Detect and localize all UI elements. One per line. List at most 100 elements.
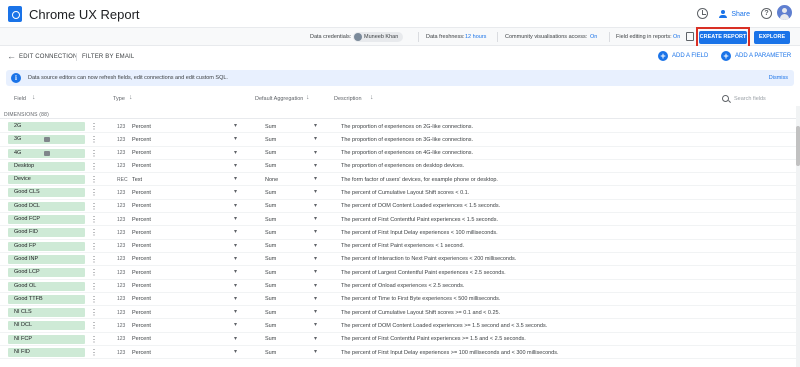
- dropdown-caret-icon[interactable]: ▾: [314, 308, 317, 315]
- column-header-field[interactable]: Field: [14, 96, 26, 102]
- aggregation-select[interactable]: Sum: [265, 137, 276, 143]
- dropdown-caret-icon[interactable]: ▾: [234, 335, 237, 342]
- type-select[interactable]: Percent: [132, 323, 151, 329]
- create-report-button[interactable]: CREATE REPORT: [699, 31, 747, 44]
- dropdown-caret-icon[interactable]: ▾: [234, 202, 237, 209]
- field-name-chip[interactable]: Good FP: [8, 241, 85, 251]
- field-name-chip[interactable]: NI FCP: [8, 334, 85, 344]
- type-select[interactable]: Percent: [132, 243, 151, 249]
- field-name-chip[interactable]: NI CLS: [8, 308, 85, 318]
- aggregation-select[interactable]: Sum: [265, 336, 276, 342]
- field-editing-value-link[interactable]: On: [673, 34, 680, 40]
- dropdown-caret-icon[interactable]: ▾: [234, 175, 237, 182]
- aggregation-select[interactable]: Sum: [265, 243, 276, 249]
- field-name-chip[interactable]: Good DCL: [8, 201, 85, 211]
- dropdown-caret-icon[interactable]: ▾: [314, 255, 317, 262]
- type-select[interactable]: Percent: [132, 217, 151, 223]
- freshness-value-link[interactable]: 12 hours: [465, 34, 486, 40]
- aggregation-select[interactable]: None: [265, 177, 278, 183]
- field-name-chip[interactable]: Good CLS: [8, 188, 85, 198]
- more-options-icon[interactable]: ⋮: [90, 308, 98, 317]
- dropdown-caret-icon[interactable]: ▾: [314, 162, 317, 169]
- column-header-aggregation[interactable]: Default Aggregation: [255, 96, 303, 102]
- field-description[interactable]: The proportion of experiences on desktop…: [341, 163, 464, 169]
- aggregation-select[interactable]: Sum: [265, 124, 276, 130]
- field-name-chip[interactable]: Good OL: [8, 281, 85, 291]
- more-options-icon[interactable]: ⋮: [90, 335, 98, 344]
- field-description[interactable]: The percent of DOM Content Loaded experi…: [341, 323, 547, 329]
- dropdown-caret-icon[interactable]: ▾: [234, 255, 237, 262]
- type-select[interactable]: Percent: [132, 270, 151, 276]
- dropdown-caret-icon[interactable]: ▾: [314, 295, 317, 302]
- dropdown-caret-icon[interactable]: ▾: [234, 122, 237, 129]
- field-description[interactable]: The percent of First Paint experiences <…: [341, 243, 464, 249]
- community-access-value-link[interactable]: On: [590, 34, 597, 40]
- type-select[interactable]: Text: [132, 177, 142, 183]
- add-field-button[interactable]: + ADD A FIELD: [658, 51, 708, 62]
- dropdown-caret-icon[interactable]: ▾: [314, 242, 317, 249]
- more-options-icon[interactable]: ⋮: [90, 228, 98, 237]
- field-description[interactable]: The percent of First Contentful Paint ex…: [341, 217, 498, 223]
- more-options-icon[interactable]: ⋮: [90, 122, 98, 131]
- type-select[interactable]: Percent: [132, 350, 151, 356]
- dropdown-caret-icon[interactable]: ▾: [234, 348, 237, 355]
- dropdown-caret-icon[interactable]: ▾: [234, 308, 237, 315]
- more-options-icon[interactable]: ⋮: [90, 348, 98, 357]
- dropdown-caret-icon[interactable]: ▾: [234, 295, 237, 302]
- type-select[interactable]: Percent: [132, 283, 151, 289]
- more-options-icon[interactable]: ⋮: [90, 215, 98, 224]
- more-options-icon[interactable]: ⋮: [90, 149, 98, 158]
- column-header-type[interactable]: Type: [113, 96, 125, 102]
- aggregation-select[interactable]: Sum: [265, 283, 276, 289]
- filter-by-email-link[interactable]: FILTER BY EMAIL: [82, 54, 134, 60]
- dropdown-caret-icon[interactable]: ▾: [314, 348, 317, 355]
- more-options-icon[interactable]: ⋮: [90, 282, 98, 291]
- type-select[interactable]: Percent: [132, 137, 151, 143]
- aggregation-select[interactable]: Sum: [265, 350, 276, 356]
- copy-icon[interactable]: [686, 32, 694, 41]
- dropdown-caret-icon[interactable]: ▾: [234, 282, 237, 289]
- field-description[interactable]: The percent of Largest Contentful Paint …: [341, 270, 506, 276]
- field-description[interactable]: The proportion of experiences on 2G-like…: [341, 124, 473, 130]
- history-icon[interactable]: [697, 8, 708, 19]
- more-options-icon[interactable]: ⋮: [90, 175, 98, 184]
- aggregation-select[interactable]: Sum: [265, 270, 276, 276]
- dropdown-caret-icon[interactable]: ▾: [314, 135, 317, 142]
- dropdown-caret-icon[interactable]: ▾: [314, 282, 317, 289]
- data-source-title[interactable]: Chrome UX Report: [29, 7, 140, 22]
- more-options-icon[interactable]: ⋮: [90, 188, 98, 197]
- dropdown-caret-icon[interactable]: ▾: [234, 149, 237, 156]
- dropdown-caret-icon[interactable]: ▾: [234, 242, 237, 249]
- type-select[interactable]: Percent: [132, 310, 151, 316]
- aggregation-select[interactable]: Sum: [265, 296, 276, 302]
- dropdown-caret-icon[interactable]: ▾: [314, 175, 317, 182]
- more-options-icon[interactable]: ⋮: [90, 268, 98, 277]
- field-description[interactable]: The form factor of users' devices, for e…: [341, 177, 498, 183]
- dropdown-caret-icon[interactable]: ▾: [314, 268, 317, 275]
- dropdown-caret-icon[interactable]: ▾: [234, 268, 237, 275]
- more-options-icon[interactable]: ⋮: [90, 321, 98, 330]
- type-select[interactable]: Percent: [132, 256, 151, 262]
- field-description[interactable]: The percent of First Input Delay experie…: [341, 230, 498, 236]
- more-options-icon[interactable]: ⋮: [90, 255, 98, 264]
- field-name-chip[interactable]: Good TTFB: [8, 294, 85, 304]
- aggregation-select[interactable]: Sum: [265, 217, 276, 223]
- aggregation-select[interactable]: Sum: [265, 190, 276, 196]
- type-select[interactable]: Percent: [132, 336, 151, 342]
- aggregation-select[interactable]: Sum: [265, 203, 276, 209]
- dropdown-caret-icon[interactable]: ▾: [234, 215, 237, 222]
- aggregation-select[interactable]: Sum: [265, 256, 276, 262]
- sort-arrow-icon[interactable]: ↓: [32, 94, 36, 101]
- edit-connection-link[interactable]: EDIT CONNECTION: [19, 54, 78, 60]
- more-options-icon[interactable]: ⋮: [90, 162, 98, 171]
- type-select[interactable]: Percent: [132, 296, 151, 302]
- field-description[interactable]: The proportion of experiences on 3G-like…: [341, 137, 473, 143]
- search-fields-input[interactable]: [734, 95, 790, 103]
- dropdown-caret-icon[interactable]: ▾: [314, 188, 317, 195]
- field-name-chip[interactable]: Good LCP: [8, 268, 85, 278]
- dropdown-caret-icon[interactable]: ▾: [314, 215, 317, 222]
- field-name-chip[interactable]: Device: [8, 175, 85, 185]
- field-name-chip[interactable]: NI FID: [8, 348, 85, 358]
- dropdown-caret-icon[interactable]: ▾: [314, 149, 317, 156]
- type-select[interactable]: Percent: [132, 203, 151, 209]
